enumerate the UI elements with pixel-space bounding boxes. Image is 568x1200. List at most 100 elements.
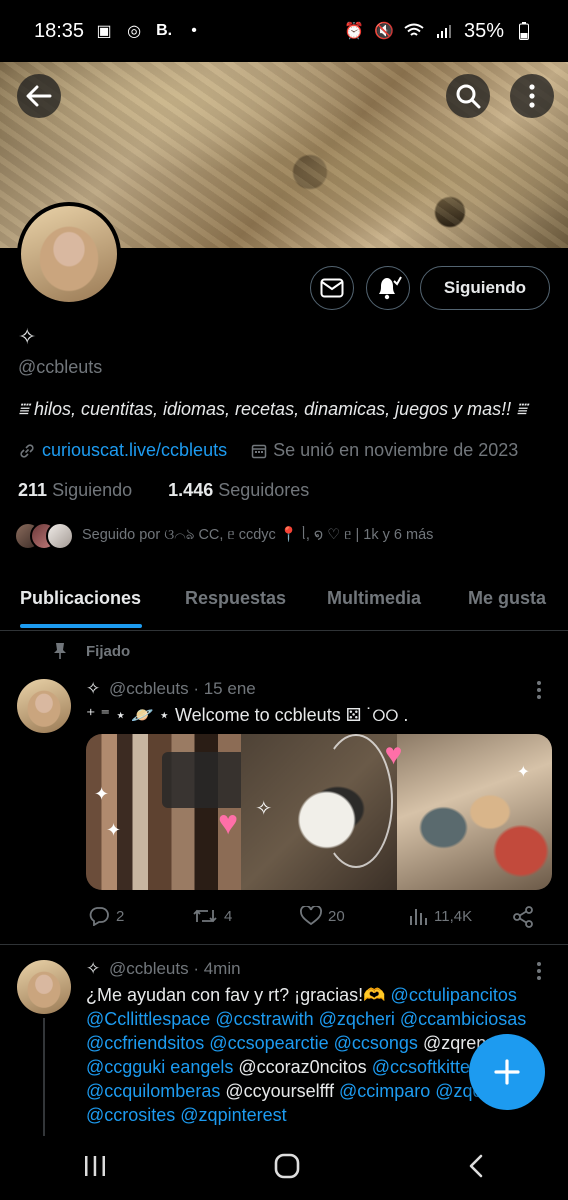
- message-button[interactable]: [310, 266, 354, 310]
- tab-likes[interactable]: Me gusta: [468, 588, 546, 609]
- back-nav-button[interactable]: [466, 1153, 486, 1184]
- tweet-text: ⁺ ⁼ ⋆ 🪐 ⋆ Welcome to ccbleuts ⚄ ˙୦୦ .: [86, 705, 409, 725]
- calendar-icon: [251, 444, 267, 458]
- avatar: [46, 522, 74, 550]
- media-overlay: [162, 752, 246, 808]
- mention[interactable]: @ccimparo @zqo: [334, 1081, 483, 1101]
- followed-by[interactable]: Seguido por ଓ⌒ঌ CC, ᥱ ccdyc 📍 ᥣ, ໑ ♡ ᥱ |…: [14, 522, 433, 550]
- tweet-text: ¿Me ayudan con fav y rt? ¡gracias!🫶: [86, 985, 391, 1005]
- tweet-time: · 4min: [193, 959, 241, 978]
- profile-handle: @ccbleuts: [18, 357, 103, 377]
- following-button[interactable]: Siguiendo: [420, 266, 550, 310]
- arrow-left-icon: [26, 85, 52, 107]
- star-sticker: ✦: [94, 784, 110, 804]
- mention[interactable]: @ccfriendsitos @ccsopearctie @ccsongs: [86, 1033, 418, 1053]
- recent-apps-icon: [85, 1155, 106, 1176]
- followers-count: 1.446: [168, 480, 214, 500]
- tweet-more-button[interactable]: [536, 961, 542, 986]
- compose-button[interactable]: [469, 1034, 545, 1110]
- following-link[interactable]: 211 Siguiendo: [18, 480, 132, 500]
- active-tab-indicator: [20, 624, 142, 628]
- retweet-button[interactable]: 4: [192, 906, 232, 926]
- tweet-more-button[interactable]: [536, 680, 542, 705]
- heart-sticker: ♥: [384, 738, 403, 771]
- status-bar: 18:35 ▣ ◎ B. • ⏰ 🔇 35%: [0, 0, 568, 62]
- tweet-text-line: @ccrosites @zqpinterest: [86, 1105, 287, 1126]
- follower-avatars: [14, 522, 74, 550]
- tab-replies[interactable]: Respuestas: [185, 588, 286, 609]
- mute-icon: 🔇: [374, 23, 394, 40]
- profile-avatar[interactable]: [17, 202, 121, 306]
- mention[interactable]: @Ccllittlespace @ccstrawith @zqcheri @cc…: [86, 1009, 526, 1029]
- recent-apps-button[interactable]: [82, 1153, 108, 1184]
- tweet-author-name[interactable]: ✧: [86, 959, 100, 978]
- tweet-header: ✧ @ccbleuts · 4min: [86, 959, 241, 979]
- reply-count: 2: [116, 907, 125, 925]
- follow-counts: 211 Siguiendo 1.446 Seguidores: [18, 480, 309, 501]
- followed-by-text: Seguido por ଓ⌒ঌ CC, ᥱ ccdyc 📍 ᥣ, ໑ ♡ ᥱ |…: [82, 527, 434, 543]
- tweet-avatar[interactable]: [17, 960, 71, 1014]
- alarm-icon: ⏰: [344, 23, 364, 40]
- home-icon: [274, 1153, 300, 1178]
- plus-icon: [494, 1059, 520, 1085]
- back-button[interactable]: [17, 74, 61, 118]
- tweet-text-line: @ccgguki eangels @ccoraz0ncitos @ccsoftk…: [86, 1057, 480, 1078]
- media-image-shelf[interactable]: ♥ ✦: [385, 734, 552, 890]
- media-image-cat[interactable]: ✧: [241, 734, 397, 890]
- more-vertical-icon: [537, 962, 541, 980]
- share-button[interactable]: [512, 906, 534, 928]
- tweet-media[interactable]: ♥ ✦ ✦ ✧ ♥ ✦: [86, 734, 552, 890]
- battery-icon: [514, 21, 534, 41]
- pin-icon: [54, 643, 66, 659]
- pinned-text: Fijado: [86, 642, 131, 660]
- following-button-label: Siguiendo: [443, 278, 527, 297]
- thread-line: [43, 1018, 45, 1138]
- search-button[interactable]: [446, 74, 490, 118]
- mention[interactable]: @ccsoftkitten: [367, 1057, 480, 1077]
- tweet-handle[interactable]: @ccbleuts: [109, 959, 189, 978]
- chevron-left-icon: [469, 1154, 482, 1177]
- tweet-time: · 15 ene: [193, 679, 256, 698]
- display-name: ✧: [18, 324, 37, 349]
- mention[interactable]: @ccrosites @zqpinterest: [86, 1105, 287, 1125]
- tweet-text-line: @Ccllittlespace @ccstrawith @zqcheri @cc…: [86, 1009, 526, 1030]
- more-options-button[interactable]: [510, 74, 554, 118]
- notifications-button[interactable]: [366, 266, 410, 310]
- star-sticker: ✧: [255, 798, 273, 820]
- star-sticker: ✦: [106, 820, 122, 840]
- share-icon: [513, 906, 533, 928]
- home-button[interactable]: [273, 1152, 301, 1185]
- tweet-text: @ccoraz0ncitos: [233, 1057, 367, 1077]
- b-app-icon: B.: [156, 22, 173, 39]
- like-button[interactable]: 20: [300, 906, 345, 926]
- tab-posts[interactable]: Publicaciones: [20, 588, 141, 609]
- tweet-avatar[interactable]: [17, 679, 71, 733]
- reply-icon: [89, 907, 109, 926]
- tweet-author-name[interactable]: ✧: [86, 679, 100, 698]
- tweet-text: @ccyourselfff: [220, 1081, 334, 1101]
- media-image-clothes[interactable]: ♥ ✦ ✦: [86, 734, 246, 890]
- tweet-text-line: @ccfriendsitos @ccsopearctie @ccsongs @z…: [86, 1033, 501, 1054]
- mention[interactable]: @ccgguki eangels: [86, 1057, 233, 1077]
- views-button[interactable]: 11,4K: [408, 906, 472, 926]
- profile-link[interactable]: curiouscat.live/ccbleuts: [42, 440, 227, 461]
- mention[interactable]: @cctulipancitos: [391, 985, 517, 1005]
- battery-percent: 35%: [463, 19, 504, 42]
- tab-media[interactable]: Multimedia: [327, 588, 421, 609]
- following-count: 211: [18, 480, 48, 500]
- moon-doodle: [319, 734, 394, 868]
- retweet-icon: [193, 909, 217, 923]
- envelope-icon: [320, 278, 344, 298]
- following-label: Siguiendo: [52, 480, 133, 500]
- like-count: 20: [328, 907, 345, 925]
- more-vertical-icon: [529, 84, 535, 108]
- profile-meta: curiouscat.live/ccbleuts Se unió en novi…: [18, 440, 518, 461]
- signal-icon: [434, 21, 454, 41]
- views-icon: [410, 909, 427, 925]
- tweet-handle[interactable]: @ccbleuts: [109, 679, 189, 698]
- tweet-header: ✧ @ccbleuts · 15 ene: [86, 679, 256, 699]
- heart-icon: [300, 906, 322, 926]
- followers-link[interactable]: 1.446 Seguidores: [168, 480, 309, 500]
- reply-button[interactable]: 2: [88, 906, 124, 926]
- mention[interactable]: @ccquilomberas: [86, 1081, 220, 1101]
